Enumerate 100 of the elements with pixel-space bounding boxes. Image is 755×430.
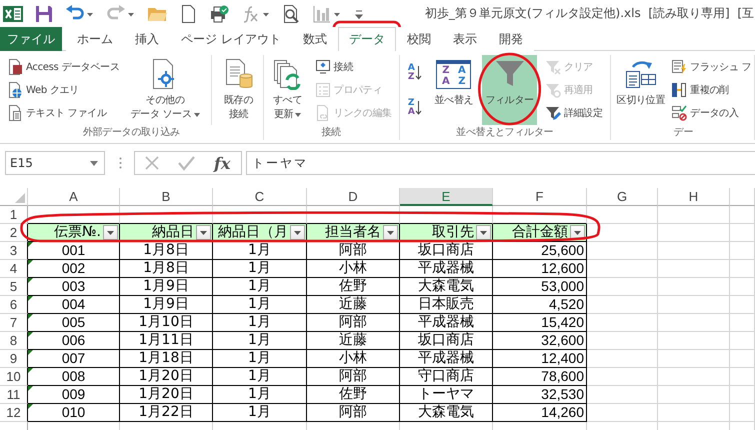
column-header[interactable]: C xyxy=(213,188,307,206)
empty-cell xyxy=(587,242,658,260)
filter-dropdown-button[interactable] xyxy=(476,225,491,240)
funnel-cross-icon xyxy=(544,59,561,75)
table-cell: 1月 xyxy=(213,260,307,278)
ribbon-button[interactable]: Access データベース xyxy=(5,56,122,78)
table-cell: 007 xyxy=(28,350,120,368)
empty-cell xyxy=(658,368,730,386)
empty-cell xyxy=(587,350,658,368)
ribbon-button[interactable]: データの入 xyxy=(669,102,754,124)
printer-check-icon[interactable] xyxy=(209,4,229,24)
table-cell: 1月8日 xyxy=(120,242,213,260)
table-cell: 1月 xyxy=(213,386,307,404)
print-preview-icon[interactable] xyxy=(281,4,301,24)
table-cell: 平成器械 xyxy=(400,350,493,368)
table-cell: 大森電気 xyxy=(400,404,493,422)
ribbon-tab[interactable]: 数式 xyxy=(292,27,338,51)
column-header[interactable]: E xyxy=(400,188,493,206)
table-cell: 近藤 xyxy=(307,332,400,350)
table-cell: トーヤマ xyxy=(400,386,493,404)
ribbon-button[interactable]: 既存の 接続 xyxy=(220,55,258,125)
empty-cell xyxy=(730,206,755,224)
ribbon-button[interactable]: テキスト ファイル xyxy=(5,102,122,124)
column-header[interactable]: B xyxy=(120,188,213,206)
empty-cell xyxy=(587,278,658,296)
ribbon-button[interactable]: フラッシュ フ xyxy=(669,56,754,78)
table-cell: 009 xyxy=(28,386,120,404)
table-cell: 守口商店 xyxy=(400,368,493,386)
empty-cell xyxy=(730,404,755,422)
check-icon[interactable] xyxy=(176,155,195,171)
form-icon xyxy=(314,82,331,98)
table-cell: 010 xyxy=(28,404,120,422)
header-label: 納品日（月 xyxy=(218,224,289,241)
name-box[interactable]: E15 xyxy=(5,151,105,175)
column-header[interactable]: G xyxy=(587,188,658,206)
ribbon-button[interactable]: Web クエリ xyxy=(5,79,122,101)
header-label: 合計金額 xyxy=(512,224,569,241)
caret-icon xyxy=(387,230,394,234)
bar-chart-icon[interactable] xyxy=(312,4,342,24)
column-header[interactable]: A xyxy=(28,188,120,206)
ribbon-tab[interactable]: 校閲 xyxy=(396,27,442,51)
table-cell: 1月8日 xyxy=(120,260,213,278)
empty-cell xyxy=(658,224,730,242)
empty-cell xyxy=(658,350,730,368)
table-cell: 阿部 xyxy=(307,314,400,332)
column-header[interactable]: H xyxy=(658,188,730,206)
caret-icon xyxy=(574,230,581,234)
funnel-refresh-icon xyxy=(544,82,561,98)
link-document-icon xyxy=(314,105,331,121)
table-cell: 14,260 xyxy=(493,404,587,422)
sort-button[interactable]: A Z xyxy=(406,62,424,82)
filter-dropdown-button[interactable] xyxy=(103,225,118,240)
sort-dialog-icon: Z A A Z xyxy=(436,60,472,88)
group-label: デー xyxy=(674,126,694,140)
monitor-icon xyxy=(314,59,331,75)
row-header[interactable]: 1 xyxy=(0,206,28,224)
table-cell: 1月9日 xyxy=(120,296,213,314)
empty-cell xyxy=(730,224,755,242)
filter-dropdown-button[interactable] xyxy=(290,225,305,240)
empty-cell xyxy=(587,404,658,422)
empty-cell xyxy=(658,278,730,296)
ribbon-button[interactable]: フィルター xyxy=(482,55,537,125)
table-cell: 1月 xyxy=(213,368,307,386)
sort-button[interactable]: Z A xyxy=(406,98,424,118)
table-cell: 近藤 xyxy=(307,296,400,314)
empty-cell xyxy=(658,206,730,224)
empty-cell xyxy=(730,242,755,260)
globe-document-icon xyxy=(7,82,23,98)
ribbon-button[interactable]: 詳細設定 xyxy=(542,102,605,124)
table-cell: 001 xyxy=(28,242,120,260)
save-icon[interactable] xyxy=(34,4,54,24)
caret-icon xyxy=(200,230,207,234)
column-header[interactable]: F xyxy=(493,188,587,206)
empty-cell xyxy=(730,350,755,368)
empty-cell xyxy=(587,368,658,386)
table-cell: 阿部 xyxy=(307,404,400,422)
file-tab[interactable]: ファイル xyxy=(0,27,62,51)
ribbon-button[interactable]: その他の データ ソース xyxy=(128,55,203,125)
empty-cell xyxy=(658,386,730,404)
table-cell: 008 xyxy=(28,368,120,386)
caret-icon xyxy=(90,160,98,166)
down-arrow-icon xyxy=(415,64,422,80)
table-cell: 1月9日 xyxy=(120,278,213,296)
ribbon-button[interactable]: 区切り位置 xyxy=(614,55,668,125)
empty-cell xyxy=(658,404,730,422)
filter-dropdown-button[interactable] xyxy=(383,225,398,240)
empty-cell xyxy=(658,314,730,332)
header-label: 取引先 xyxy=(432,224,475,241)
ribbon-button[interactable]: 接続 xyxy=(312,56,394,78)
empty-cell xyxy=(587,206,658,224)
table-cell: 32,600 xyxy=(493,332,587,350)
filter-dropdown-button[interactable] xyxy=(196,225,211,240)
table-cell: 005 xyxy=(28,314,120,332)
ribbon-button[interactable]: 重複の削 xyxy=(669,79,754,101)
formula-field[interactable]: トーヤマ xyxy=(246,151,755,175)
table-cell: 1月20日 xyxy=(120,368,213,386)
insert-function-button[interactable]: fx xyxy=(212,154,232,172)
row-header[interactable]: 12 xyxy=(0,404,28,422)
ribbon-button[interactable]: すべて 更新 xyxy=(268,55,307,125)
ribbon-button[interactable]: Z A A Z 並べ替え xyxy=(431,55,476,125)
